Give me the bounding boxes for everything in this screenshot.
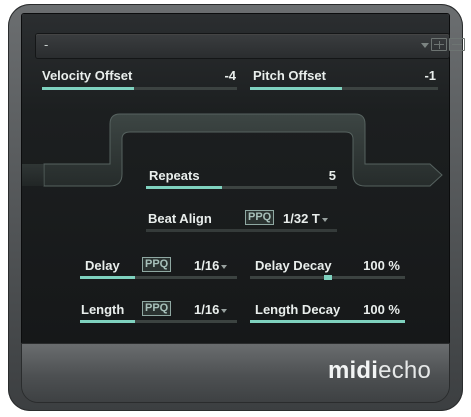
beat-align-underline: [146, 229, 337, 232]
delay-slider[interactable]: [80, 276, 237, 279]
velocity-offset-slider[interactable]: [42, 87, 237, 90]
length-label: Length: [81, 302, 125, 317]
chevron-down-icon: [321, 217, 328, 222]
length-fill: [80, 320, 135, 323]
delay-label: Delay: [85, 258, 120, 273]
delay-value: 1/16: [194, 258, 220, 273]
length-decay-value[interactable]: 100 %: [350, 302, 400, 317]
pitch-offset-slider[interactable]: [250, 87, 438, 90]
delay-decay-handle[interactable]: [324, 275, 332, 280]
delay-dropdown[interactable]: 1/16: [194, 258, 228, 273]
length-decay-slider[interactable]: [250, 320, 405, 323]
pitch-offset-fill: [250, 87, 342, 90]
length-dropdown[interactable]: 1/16: [194, 302, 228, 317]
brand-logo: midiecho: [328, 357, 431, 385]
length-ppq-toggle[interactable]: PPQ: [142, 301, 172, 316]
beat-align-value: 1/32 T: [283, 211, 320, 226]
length-value: 1/16: [194, 302, 220, 317]
brand-logo-bold: midi: [328, 357, 379, 384]
velocity-offset-label: Velocity Offset: [42, 68, 133, 83]
repeats-label: Repeats: [149, 168, 200, 183]
preset-load-icon[interactable]: [449, 38, 465, 51]
chevron-down-icon: [221, 264, 228, 269]
length-decay-label: Length Decay: [255, 302, 341, 317]
beat-align-dropdown[interactable]: 1/32 T: [283, 211, 328, 226]
beat-align-ppq-toggle[interactable]: PPQ: [245, 210, 275, 225]
repeats-slider[interactable]: [146, 186, 337, 189]
velocity-offset-value[interactable]: -4: [200, 68, 236, 83]
preset-save-icon[interactable]: [431, 38, 447, 51]
length-decay-fill: [250, 320, 405, 323]
pitch-offset-value[interactable]: -1: [400, 68, 436, 83]
beat-align-label: Beat Align: [148, 211, 212, 226]
preset-name: -: [44, 37, 49, 52]
pitch-offset-label: Pitch Offset: [253, 68, 326, 83]
brand-logo-normal: echo: [378, 357, 431, 384]
delay-decay-value[interactable]: 100 %: [350, 258, 400, 273]
repeats-value[interactable]: 5: [300, 168, 336, 183]
plugin-footer: midiecho: [22, 344, 449, 402]
dropdown-arrow-icon[interactable]: [421, 43, 429, 48]
chevron-down-icon: [221, 308, 228, 313]
repeats-fill: [146, 186, 222, 189]
velocity-offset-fill: [42, 87, 134, 90]
delay-decay-slider[interactable]: [250, 275, 405, 280]
preset-bar[interactable]: -: [36, 34, 465, 58]
length-slider[interactable]: [80, 320, 237, 323]
signal-route-graphic: [22, 113, 443, 187]
delay-ppq-toggle[interactable]: PPQ: [142, 257, 172, 272]
delay-decay-label: Delay Decay: [255, 258, 332, 273]
delay-fill: [80, 276, 135, 279]
